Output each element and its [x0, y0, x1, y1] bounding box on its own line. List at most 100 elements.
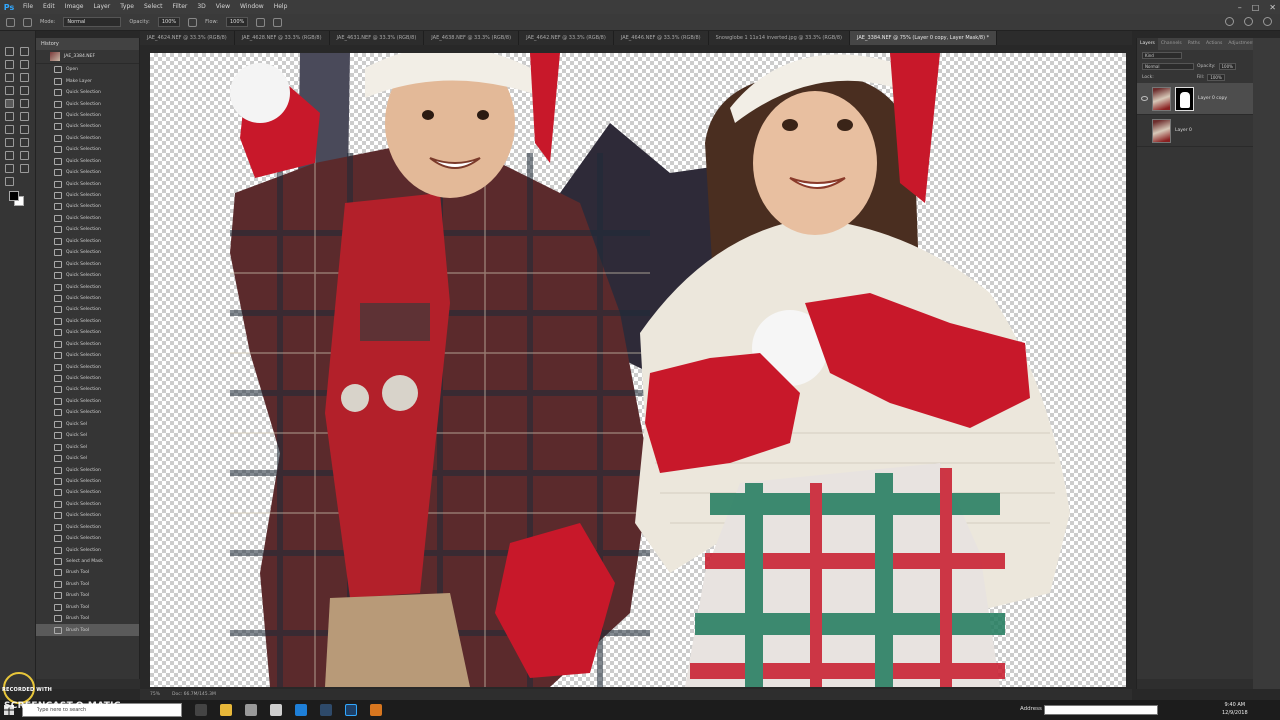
history-state[interactable]: Quick Selection [36, 156, 139, 167]
document-tab[interactable]: JAE_4631.NEF @ 33.3% (RGB/8) [330, 31, 425, 45]
dodge-tool-icon[interactable] [5, 138, 14, 147]
history-state[interactable]: Quick Selection [36, 121, 139, 132]
layer-thumbnail[interactable] [1152, 118, 1171, 143]
menu-file[interactable]: File [18, 0, 38, 14]
store-icon[interactable] [270, 704, 282, 716]
layer-thumbnail[interactable] [1152, 86, 1171, 111]
history-state[interactable]: Brush Tool [36, 590, 139, 601]
history-state[interactable]: Quick Selection [36, 373, 139, 384]
history-state[interactable]: Quick Selection [36, 258, 139, 269]
history-state[interactable]: Open [36, 64, 139, 75]
history-state[interactable]: Quick Sel [36, 419, 139, 430]
history-state[interactable]: Quick Selection [36, 327, 139, 338]
recorder-icon[interactable] [370, 704, 382, 716]
photoshop-taskbar-icon[interactable] [345, 704, 357, 716]
airbrush-icon[interactable] [256, 17, 266, 27]
menu-filter[interactable]: Filter [168, 0, 193, 14]
document-canvas[interactable] [150, 53, 1126, 687]
edge-icon[interactable] [295, 704, 307, 716]
history-state[interactable]: Quick Selection [36, 510, 139, 521]
history-state[interactable]: Quick Selection [36, 499, 139, 510]
flow-field[interactable]: 100% [226, 17, 249, 27]
history-state[interactable]: Quick Selection [36, 167, 139, 178]
visibility-eye-icon[interactable] [1141, 96, 1148, 101]
blend-mode-select[interactable]: Normal [1142, 63, 1194, 70]
history-state[interactable]: Quick Selection [36, 247, 139, 258]
zoom-readout[interactable]: 75% [150, 692, 160, 697]
history-state[interactable]: Brush Tool [36, 624, 139, 636]
crop-tool-icon[interactable] [5, 73, 14, 82]
opacity-field[interactable]: 100% [157, 17, 181, 27]
address-input[interactable] [1044, 705, 1158, 715]
history-state[interactable]: Quick Selection [36, 178, 139, 189]
eraser-tool-icon[interactable] [20, 112, 29, 121]
zoom-tool-icon[interactable] [5, 177, 14, 186]
tab-layers[interactable]: Layers [1137, 38, 1158, 50]
history-state[interactable]: Quick Selection [36, 476, 139, 487]
history-state[interactable]: Quick Selection [36, 213, 139, 224]
lasso-tool-icon[interactable] [5, 60, 14, 69]
history-state[interactable]: Quick Selection [36, 487, 139, 498]
layer-row[interactable]: Layer 0 copy [1137, 83, 1253, 115]
pressure-opacity-icon[interactable] [188, 17, 198, 27]
move-tool-icon[interactable] [5, 47, 14, 56]
document-tab[interactable]: JAE_4646.NEF @ 33.3% (RGB/8) [614, 31, 709, 45]
mode-select[interactable]: Normal [63, 17, 122, 27]
document-tab[interactable]: JAE_4628.NEF @ 33.3% (RGB/8) [235, 31, 330, 45]
history-state[interactable]: Make Layer [36, 75, 139, 86]
search-icon[interactable] [1225, 17, 1234, 26]
document-tab[interactable]: JAE_4638.NEF @ 33.3% (RGB/8) [424, 31, 520, 45]
gradient-tool-icon[interactable] [5, 125, 14, 134]
layer-mask-thumbnail[interactable] [1175, 86, 1194, 111]
tab-history[interactable]: History [36, 38, 139, 50]
brush-settings-icon[interactable] [23, 17, 32, 27]
hand-tool-icon[interactable] [20, 164, 29, 173]
menu-3d[interactable]: 3D [192, 0, 210, 14]
brush-tool-icon[interactable] [5, 99, 14, 108]
history-snapshot[interactable]: JAE_3384.NEF [36, 50, 139, 64]
history-state[interactable]: Quick Sel [36, 453, 139, 464]
history-state[interactable]: Quick Selection [36, 350, 139, 361]
history-state[interactable]: Quick Selection [36, 533, 139, 544]
clone-stamp-tool-icon[interactable] [20, 99, 29, 108]
layer-row[interactable]: Layer 0 [1137, 115, 1253, 147]
history-state[interactable]: Quick Selection [36, 190, 139, 201]
menu-window[interactable]: Window [235, 0, 269, 14]
tab-paths[interactable]: Paths [1185, 38, 1203, 50]
fill-field[interactable]: 100% [1207, 74, 1225, 81]
history-state[interactable]: Quick Selection [36, 281, 139, 292]
mail-icon[interactable] [245, 704, 257, 716]
file-explorer-icon[interactable] [220, 704, 232, 716]
type-tool-icon[interactable] [5, 151, 14, 160]
history-state[interactable]: Quick Selection [36, 224, 139, 235]
document-tab[interactable]: Snowglobe 1 11x14 inverted.jpg @ 33.3% (… [709, 31, 850, 45]
tab-actions[interactable]: Actions [1203, 38, 1225, 50]
history-state[interactable]: Quick Selection [36, 98, 139, 109]
history-state[interactable]: Quick Selection [36, 316, 139, 327]
history-state[interactable]: Brush Tool [36, 579, 139, 590]
menu-view[interactable]: View [211, 0, 235, 14]
menu-layer[interactable]: Layer [88, 0, 115, 14]
history-state[interactable]: Quick Selection [36, 361, 139, 372]
pressure-size-icon[interactable] [273, 17, 283, 27]
eyedropper-tool-icon[interactable] [5, 86, 14, 95]
history-state[interactable]: Quick Selection [36, 464, 139, 475]
history-state[interactable]: Quick Selection [36, 201, 139, 212]
history-state[interactable]: Quick Selection [36, 144, 139, 155]
history-state[interactable]: Quick Selection [36, 396, 139, 407]
lightroom-icon[interactable] [320, 704, 332, 716]
marquee-tool-icon[interactable] [20, 47, 29, 56]
history-state[interactable]: Brush Tool [36, 602, 139, 613]
layer-opacity-field[interactable]: 100% [1218, 63, 1236, 70]
menu-select[interactable]: Select [139, 0, 168, 14]
polygon-lasso-tool-icon[interactable] [20, 60, 29, 69]
history-brush-tool-icon[interactable] [5, 112, 14, 121]
history-state[interactable]: Brush Tool [36, 567, 139, 578]
workspace-icon[interactable] [1244, 17, 1253, 26]
blur-tool-icon[interactable] [20, 125, 29, 134]
history-state[interactable]: Quick Selection [36, 270, 139, 281]
menu-image[interactable]: Image [60, 0, 89, 14]
history-state[interactable]: Quick Selection [36, 339, 139, 350]
history-state[interactable]: Quick Sel [36, 430, 139, 441]
history-state[interactable]: Quick Selection [36, 293, 139, 304]
